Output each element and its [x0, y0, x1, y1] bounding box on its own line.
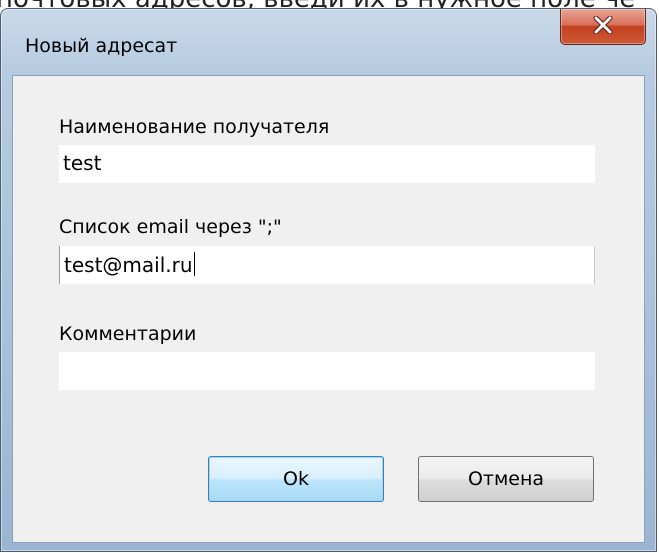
recipient-name-label: Наименование получателя: [59, 116, 330, 138]
cancel-button-label: Отмена: [467, 468, 545, 490]
cancel-button[interactable]: Отмена: [418, 456, 594, 502]
dialog-content: Наименование получателя test Список emai…: [12, 75, 645, 543]
close-icon: [592, 15, 614, 38]
email-list-value: test@mail.ru: [64, 253, 193, 277]
recipient-name-value: test: [63, 151, 102, 175]
email-list-input[interactable]: test@mail.ru: [59, 246, 595, 284]
recipient-name-input[interactable]: test: [59, 145, 595, 183]
ok-button-label: Ok: [283, 468, 309, 490]
close-button[interactable]: [560, 9, 646, 45]
comment-input[interactable]: [59, 352, 595, 390]
email-list-label: Список email через ";": [59, 216, 282, 238]
title-bar[interactable]: Новый адресат: [1, 9, 656, 75]
comment-label: Комментарии: [59, 323, 197, 345]
ok-button[interactable]: Ok: [208, 456, 384, 502]
window-title: Новый адресат: [25, 35, 178, 57]
dialog-window: Новый адресат Наименование получателя te…: [0, 8, 657, 552]
text-cursor: [193, 252, 195, 276]
